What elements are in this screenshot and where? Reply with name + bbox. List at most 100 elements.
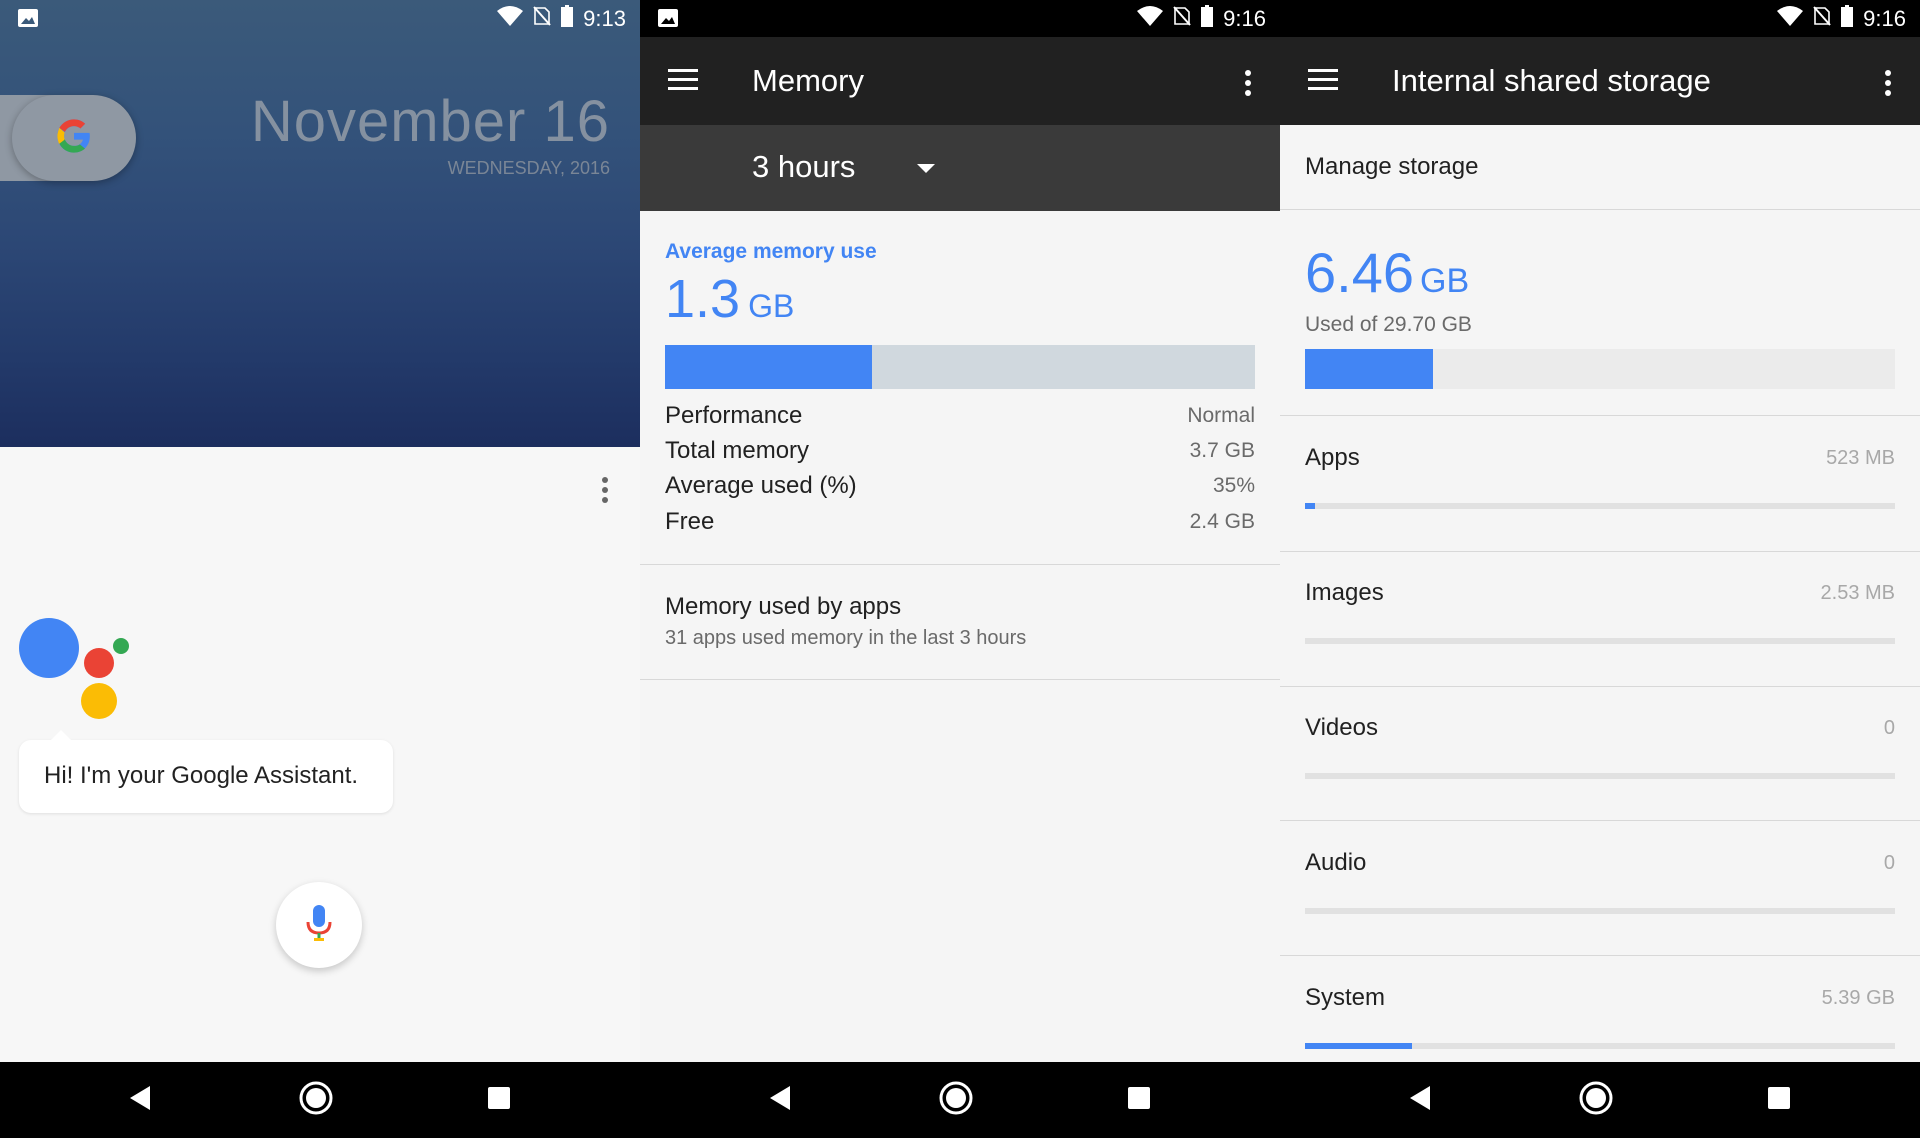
overflow-menu-icon[interactable] [1244, 70, 1252, 96]
stat-row-total-memory: Total memory 3.7 GB [665, 437, 1255, 471]
stat-value: 3.7 GB [1189, 439, 1255, 462]
stat-row-average-used: Average used (%) 35% [665, 472, 1255, 506]
wifi-icon [497, 6, 524, 31]
status-bar: 9:13 [0, 0, 640, 37]
manage-storage-row[interactable]: Manage storage [1280, 125, 1920, 209]
back-button[interactable] [762, 1082, 798, 1118]
mic-button[interactable] [276, 882, 362, 968]
recents-icon [1127, 1086, 1151, 1115]
storage-used-value: 6.46 GB [1305, 240, 1469, 305]
assistant-message-bubble: Hi! I'm your Google Assistant. [19, 730, 393, 813]
home-icon [1578, 1080, 1614, 1121]
memory-usage-bar-fill [665, 345, 872, 389]
assistant-overflow-menu-icon[interactable] [601, 477, 609, 503]
category-bar [1305, 638, 1895, 644]
back-button[interactable] [122, 1082, 158, 1118]
section-title: Average memory use [665, 240, 877, 263]
status-bar: 9:16 [640, 0, 1280, 37]
weekday-display: WEDNESDAY, 2016 [447, 158, 610, 178]
memory-screen: 9:16 Memory 3 hours Average memory use 1… [640, 0, 1280, 1138]
wallpaper [0, 0, 640, 447]
no-sim-icon [533, 6, 551, 31]
home-button[interactable] [938, 1080, 974, 1121]
menu-icon[interactable] [668, 69, 698, 93]
category-size: 2.53 MB [1820, 582, 1895, 604]
category-bar-fill [1305, 1043, 1413, 1049]
home-icon [938, 1080, 974, 1121]
stat-value: 35% [1212, 474, 1255, 497]
category-label: Videos [1305, 714, 1378, 741]
image-notification-icon [658, 9, 678, 32]
status-bar: 9:16 [1280, 0, 1920, 37]
google-search-pill[interactable] [12, 95, 136, 181]
storage-category-images[interactable]: Images 2.53 MB [1280, 551, 1920, 685]
storage-category-apps[interactable]: Apps 523 MB [1280, 416, 1920, 550]
back-icon [128, 1085, 152, 1116]
storage-screen: 9:16 Internal shared storage Manage stor… [1280, 0, 1920, 1138]
average-memory-value: 1.3 GB [665, 268, 794, 330]
status-time: 9:13 [583, 5, 626, 31]
category-bar-fill [1305, 503, 1316, 509]
home-button[interactable] [1578, 1080, 1614, 1121]
memory-used-by-apps-row[interactable]: Memory used by apps 31 apps used memory … [640, 565, 1280, 679]
stat-label: Performance [665, 402, 803, 429]
storage-usage-bar [1305, 349, 1895, 389]
back-icon [768, 1085, 792, 1116]
category-label: System [1305, 984, 1386, 1011]
stat-value: 2.4 GB [1189, 510, 1255, 533]
navigation-bar [0, 1062, 640, 1138]
stat-value: Normal [1187, 404, 1255, 427]
category-size: 5.39 GB [1821, 987, 1895, 1009]
status-time: 9:16 [1223, 5, 1266, 31]
page-title: Memory [752, 63, 864, 98]
storage-category-audio[interactable]: Audio 0 [1280, 821, 1920, 955]
storage-usage-bar-fill [1305, 349, 1434, 389]
home-button[interactable] [298, 1080, 334, 1121]
recents-button[interactable] [1121, 1082, 1157, 1118]
overflow-menu-icon[interactable] [1884, 70, 1892, 96]
battery-icon [1201, 5, 1214, 32]
app-bar: Memory [640, 37, 1280, 125]
category-label: Images [1305, 579, 1384, 606]
recents-button[interactable] [1761, 1082, 1797, 1118]
category-size: 0 [1883, 852, 1895, 874]
home-icon [298, 1080, 334, 1121]
back-button[interactable] [1402, 1082, 1438, 1118]
storage-category-videos[interactable]: Videos 0 [1280, 686, 1920, 820]
category-bar [1305, 503, 1895, 509]
app-bar: Internal shared storage [1280, 37, 1920, 125]
image-notification-icon [18, 9, 38, 32]
assistant-screen: 9:13 November 16 WEDNESDAY, 2016 Hi! I'm… [0, 0, 640, 1138]
navigation-bar [640, 1062, 1280, 1138]
menu-icon[interactable] [1308, 69, 1338, 93]
stat-label: Average used (%) [665, 472, 857, 499]
period-selector[interactable]: 3 hours [640, 125, 1280, 211]
page-title: Internal shared storage [1392, 63, 1711, 98]
microphone-icon [306, 904, 332, 947]
category-size: 523 MB [1826, 447, 1895, 469]
navigation-bar [1280, 1062, 1920, 1138]
recents-icon [1767, 1086, 1791, 1115]
google-g-icon [55, 117, 93, 160]
category-bar [1305, 908, 1895, 914]
period-label: 3 hours [752, 149, 856, 184]
stat-row-free: Free 2.4 GB [665, 508, 1255, 542]
stat-label: Free [665, 508, 715, 535]
recents-button[interactable] [481, 1082, 517, 1118]
stat-label: Total memory [665, 437, 810, 464]
date-display: November 16 [250, 89, 610, 154]
category-bar [1305, 1043, 1895, 1049]
stat-row-performance: Performance Normal [665, 402, 1255, 436]
average-memory-number: 1.3 [665, 269, 741, 329]
storage-total-label: Used of 29.70 GB [1305, 313, 1472, 336]
assistant-dots-logo [18, 617, 133, 722]
category-label: Apps [1305, 444, 1360, 471]
status-time: 9:16 [1863, 5, 1906, 31]
dropdown-arrow-icon[interactable] [917, 164, 935, 173]
divider [640, 679, 1280, 680]
battery-icon [561, 5, 574, 32]
average-memory-unit: GB [748, 288, 795, 324]
wifi-icon [1777, 6, 1804, 31]
no-sim-icon [1813, 6, 1831, 31]
wifi-icon [1137, 6, 1164, 31]
